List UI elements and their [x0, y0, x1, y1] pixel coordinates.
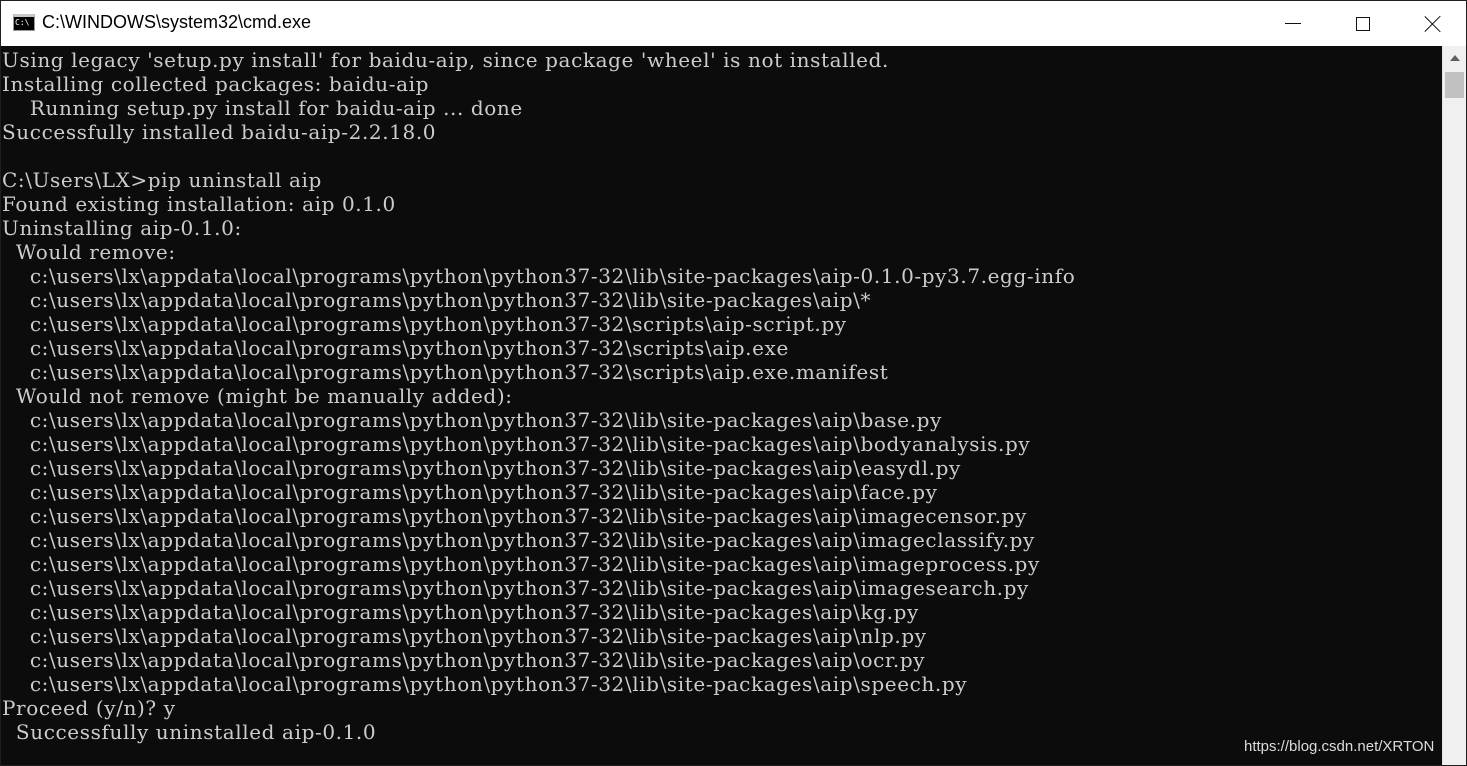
vertical-scrollbar[interactable]	[1442, 46, 1466, 765]
scroll-up-arrow-icon	[1449, 55, 1460, 61]
console-line: c:\users\lx\appdata\local\programs\pytho…	[2, 456, 961, 480]
watermark-text: https://blog.csdn.net/XRTON	[1244, 738, 1435, 755]
scroll-thumb[interactable]	[1445, 72, 1464, 98]
console-line: Using legacy 'setup.py install' for baid…	[2, 48, 889, 72]
console-line: c:\users\lx\appdata\local\programs\pytho…	[2, 648, 926, 672]
cmd-icon[interactable]: C:\	[13, 14, 35, 31]
console-line: Proceed (y/n)? y	[2, 696, 176, 720]
window-title: C:\WINDOWS\system32\cmd.exe	[42, 12, 312, 32]
console-line: c:\users\lx\appdata\local\programs\pytho…	[2, 336, 789, 360]
console-line: c:\users\lx\appdata\local\programs\pytho…	[2, 312, 847, 336]
console-line: Found existing installation: aip 0.1.0	[2, 192, 396, 216]
console-line: Running setup.py install for baidu-aip .…	[2, 96, 523, 120]
console-line: c:\users\lx\appdata\local\programs\pytho…	[2, 432, 1031, 456]
console-line: Successfully installed baidu-aip-2.2.18.…	[2, 120, 437, 144]
close-button[interactable]	[1398, 1, 1466, 46]
console-line: c:\users\lx\appdata\local\programs\pytho…	[2, 672, 968, 696]
console-line: c:\users\lx\appdata\local\programs\pytho…	[2, 480, 938, 504]
console-line: c:\users\lx\appdata\local\programs\pytho…	[2, 624, 927, 648]
console-line: c:\users\lx\appdata\local\programs\pytho…	[2, 504, 1027, 528]
console-line: Would remove:	[2, 240, 176, 264]
console-line: c:\users\lx\appdata\local\programs\pytho…	[2, 552, 1040, 576]
console-line: c:\users\lx\appdata\local\programs\pytho…	[2, 264, 1076, 288]
minimize-button[interactable]	[1258, 1, 1328, 46]
console-line: Uninstalling aip-0.1.0:	[2, 216, 242, 240]
console-line: Would not remove (might be manually adde…	[2, 384, 513, 408]
console-line: c:\users\lx\appdata\local\programs\pytho…	[2, 360, 889, 384]
console-line: c:\users\lx\appdata\local\programs\pytho…	[2, 576, 1029, 600]
console-line: Installing collected packages: baidu-aip	[2, 72, 429, 96]
console-line: c:\users\lx\appdata\local\programs\pytho…	[2, 528, 1035, 552]
scroll-up-button[interactable]	[1443, 46, 1466, 70]
minimize-icon	[1285, 23, 1301, 24]
maximize-button[interactable]	[1328, 1, 1398, 46]
title-bar[interactable]: C:\ C:\WINDOWS\system32\cmd.exe	[1, 1, 1466, 46]
console-line: Successfully uninstalled aip-0.1.0	[2, 720, 377, 744]
maximize-icon	[1356, 16, 1370, 31]
console-lines: Using legacy 'setup.py install' for baid…	[2, 48, 1075, 744]
console-line: C:\Users\LX>pip uninstall aip	[2, 168, 322, 192]
console-output[interactable]: Using legacy 'setup.py install' for baid…	[1, 46, 1442, 765]
close-icon	[1424, 15, 1442, 33]
console-line: c:\users\lx\appdata\local\programs\pytho…	[2, 600, 919, 624]
console-line: c:\users\lx\appdata\local\programs\pytho…	[2, 408, 942, 432]
cmd-window: C:\ C:\WINDOWS\system32\cmd.exe Using le…	[0, 0, 1467, 766]
console-line: c:\users\lx\appdata\local\programs\pytho…	[2, 288, 872, 312]
